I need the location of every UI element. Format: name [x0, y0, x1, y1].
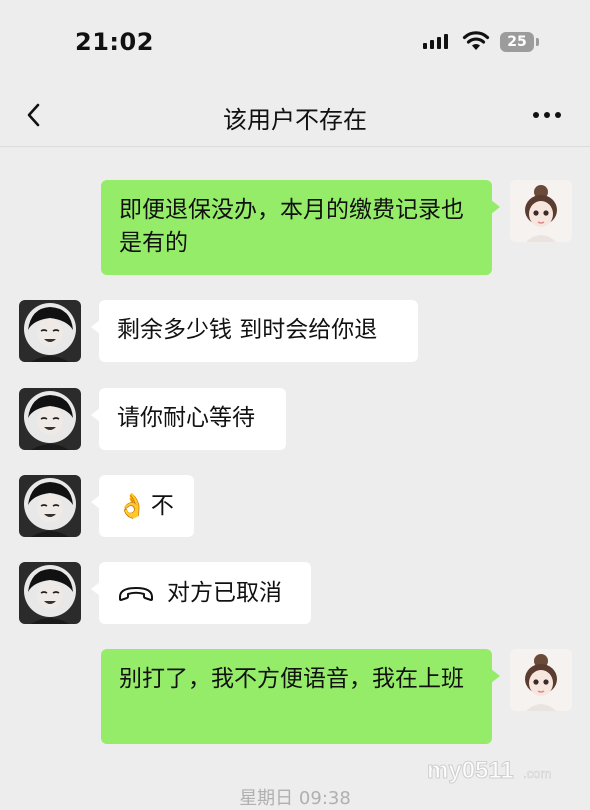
date-separator: 星期日 09:38 — [239, 788, 351, 809]
message-text: 剩余多少钱 到时会给你退 — [117, 317, 378, 343]
wifi-icon — [462, 31, 490, 50]
cellular-signal-icon — [423, 34, 448, 49]
battery-indicator: 25 — [500, 32, 534, 52]
contact-avatar[interactable] — [19, 562, 81, 624]
call-cancelled-bubble[interactable]: 对方已取消 — [91, 562, 311, 624]
message-text: 别打了，我不方便语音，我在上班 — [119, 666, 464, 692]
message-text: 不 — [150, 492, 174, 519]
self-avatar[interactable] — [510, 180, 572, 242]
message-bubble-incoming[interactable]: 剩余多少钱 到时会给你退 — [91, 300, 418, 362]
contact-avatar[interactable] — [19, 475, 81, 537]
ok-hand-emoji: 👌 — [117, 491, 147, 520]
svg-text:.com: .com — [523, 766, 551, 781]
message-bubble-outgoing[interactable]: 即便退保没办，本月的缴费记录也是有的 — [101, 180, 500, 275]
chat-title: 该用户不存在 — [223, 106, 367, 134]
more-dots-icon[interactable] — [530, 98, 564, 132]
status-bar: 21:02 25 — [0, 0, 590, 88]
phone-hangup-icon — [119, 587, 153, 601]
svg-text:my0511: my0511 — [427, 757, 514, 784]
status-time: 21:02 — [75, 28, 154, 56]
clipped-timestamp: — — — — [230, 138, 300, 146]
self-avatar[interactable] — [510, 649, 572, 711]
message-text: 即便退保没办，本月的缴费记录也是有的 — [119, 197, 464, 256]
message-text: 对方已取消 — [167, 579, 282, 606]
message-bubble-outgoing[interactable]: 别打了，我不方便语音，我在上班 — [101, 649, 500, 744]
message-bubble-incoming[interactable]: 👌 不 — [91, 475, 194, 537]
contact-avatar[interactable] — [19, 388, 81, 450]
message-text: 请你耐心等待 — [117, 405, 255, 431]
contact-avatar[interactable] — [19, 300, 81, 362]
message-bubble-incoming[interactable]: 请你耐心等待 — [91, 388, 286, 450]
battery-tip — [536, 38, 539, 46]
